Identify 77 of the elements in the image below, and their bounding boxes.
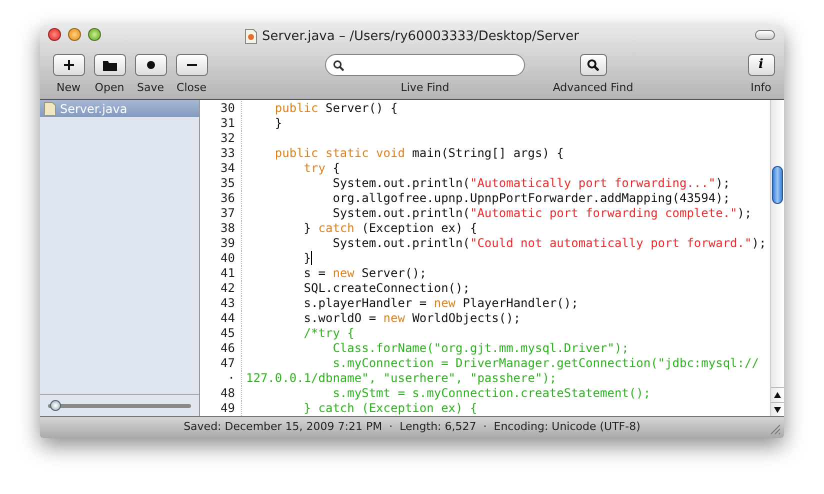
scroll-thumb[interactable] [772,166,783,204]
line-number: 42 [200,281,242,296]
code-line: public Server() { [274,101,398,116]
separator: · [483,419,487,436]
line-number: 31 [200,116,242,131]
scrollbar[interactable] [770,100,784,416]
search-icon [333,60,344,70]
slider-thumb[interactable] [50,400,61,410]
code-line: 127.0.0.1/dbname", "userhere", "passhere"); [246,371,557,386]
code-line: } [274,116,282,131]
code-line: } [302,251,312,266]
code-line: org.allgofree.upnp.UpnpPortForwarder.addMapping(43594); [332,191,730,206]
line-number: 39 [200,236,242,251]
line-number: 47 [200,356,242,371]
new-button[interactable] [52,54,84,76]
close-window-button[interactable] [48,28,61,41]
code-line: s = new Server(); [302,266,427,281]
line-number: 32 [200,131,242,146]
code-line: } catch (Exception ex) { [302,401,478,416]
code-line: /*try { [302,326,354,341]
folder-icon [102,59,116,71]
code-line: public static void main(String[] args) { [274,146,564,161]
line-number: 44 [200,311,242,326]
status-text: Length: 6,527 [400,419,476,436]
code-line: System.out.println("Automatic port forwarding complete."); [332,206,752,221]
toolbar-toggle-button[interactable] [755,30,775,40]
line-number: 30 [200,101,242,116]
dot-icon [146,61,154,69]
search-label: Live Find [400,81,450,94]
resize-grip-icon[interactable] [770,424,781,435]
line-number: 37 [200,206,242,221]
text-cursor [311,251,312,265]
separator: · [389,419,393,436]
advanced-find-button[interactable] [580,54,606,76]
line-number: 38 [200,221,242,236]
zoom-window-button[interactable] [88,28,101,41]
line-number: 45 [200,326,242,341]
minimize-window-button[interactable] [68,28,81,41]
line-number: 35 [200,176,242,191]
line-number: 40 [200,251,242,266]
code-line: SQL.createConnection(); [302,281,470,296]
code-line: s.myStmt = s.myConnection.createStatement(); [332,386,651,401]
code-line: s.playerHandler = new PlayerHandler(); [302,296,578,311]
button-label: Save [136,81,164,94]
line-number: 48 [200,386,242,401]
button-label: New [56,81,80,94]
button-label: Open [94,81,124,94]
open-button[interactable] [94,54,126,76]
search-icon [587,59,599,71]
plus-icon [62,59,74,71]
line-number: · [200,371,242,386]
close-button[interactable] [176,54,208,76]
code-line: Class.forName("org.gjt.mm.mysql.Driver"); [332,341,629,356]
line-number: 36 [200,191,242,206]
scroll-up-arrow[interactable] [771,387,784,401]
button-label: Close [176,81,206,94]
code-line: try { [302,161,340,176]
save-button[interactable] [134,54,166,76]
code-line: System.out.println("Automatically port forwarding..."); [332,176,730,191]
code-line: System.out.println("Could not automatically port forward."); [332,236,766,251]
code-line: s.worldO = new WorldObjects(); [302,311,521,326]
document-icon [245,29,258,44]
window-title: Server.java – /Users/ry60003333/Desktop/Server [262,28,579,46]
line-number: 33 [200,146,242,161]
line-number: 34 [200,161,242,176]
button-label: Advanced Find [552,81,634,94]
status-text: Encoding: Unicode (UTF-8) [494,419,640,436]
status-text: Saved: December 15, 2009 7:21 PM [184,419,382,436]
info-button[interactable]: i [748,54,774,76]
java-file-icon [44,102,56,116]
search-field[interactable] [325,54,525,76]
code-line: s.myConnection = DriverManager.getConnection("jdbc:mysql:// [332,356,759,371]
line-number: 43 [200,296,242,311]
line-number: 46 [200,341,242,356]
line-number: 41 [200,266,242,281]
button-label: Info [750,81,772,94]
code-line: } catch (Exception ex) { [302,221,478,236]
